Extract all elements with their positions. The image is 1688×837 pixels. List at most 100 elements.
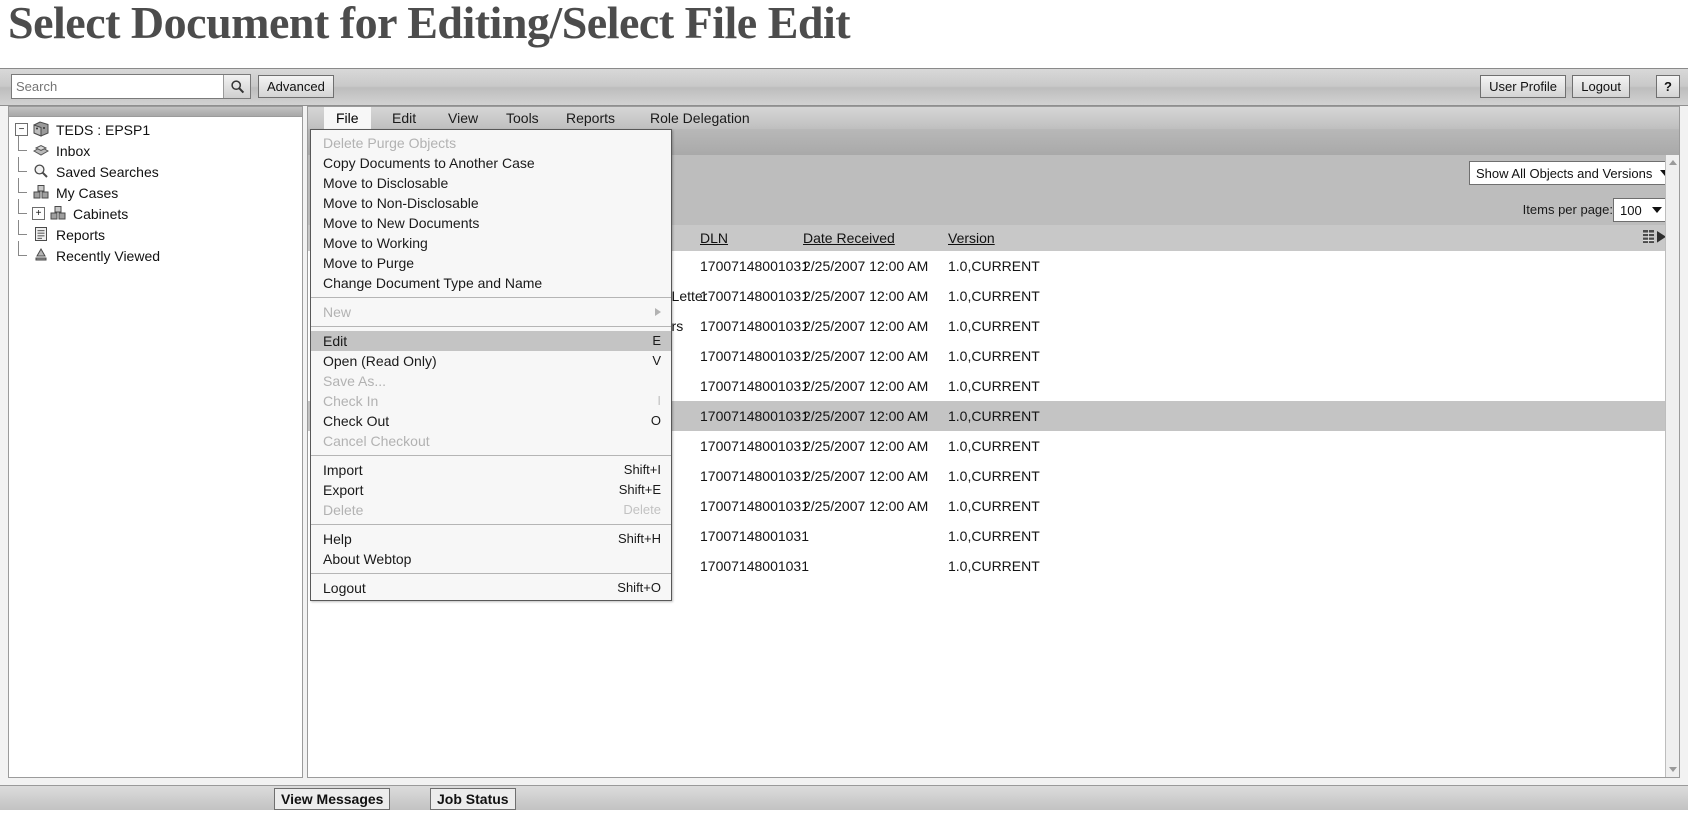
file-menu-item-delete-purge-objects: Delete Purge Objects <box>311 133 671 153</box>
file-menu-item-shortcut: O <box>627 411 661 431</box>
cell-dln: 17007148001031 <box>700 468 809 484</box>
cell-version: 1.0,CURRENT <box>948 528 1040 544</box>
menu-view[interactable]: View <box>436 107 490 129</box>
cell-date-received: 2/25/2007 12:00 AM <box>803 258 928 274</box>
cell-version: 1.0,CURRENT <box>948 438 1040 454</box>
sidebar-item-recently-viewed[interactable]: Recently Viewed <box>15 245 300 266</box>
file-menu-item-label: Check In <box>323 391 378 411</box>
cell-date-received: 2/25/2007 12:00 AM <box>803 468 928 484</box>
menu-reports[interactable]: Reports <box>554 107 627 129</box>
file-menu-item-export[interactable]: ExportShift+E <box>311 480 671 500</box>
sidebar-item-reports[interactable]: Reports <box>15 224 300 245</box>
scroll-up-icon[interactable] <box>1666 155 1679 170</box>
show-objects-value: Show All Objects and Versions <box>1476 166 1652 181</box>
navigation-sidebar: −TEDS : EPSP1 Inbox Saved Searches My Cases… <box>8 106 303 778</box>
logout-button[interactable]: Logout <box>1572 75 1630 98</box>
file-menu-item-move-to-working[interactable]: Move to Working <box>311 233 671 253</box>
sidebar-item-teds-epsp1[interactable]: −TEDS : EPSP1 <box>15 119 300 140</box>
screenshot-root: Select Document for Editing/Select File … <box>0 0 1688 837</box>
main-pane: FileEditViewToolsReportsRole Delegation … <box>307 106 1680 778</box>
file-menu-item-label: Import <box>323 460 363 480</box>
user-profile-button[interactable]: User Profile <box>1480 75 1566 98</box>
submenu-arrow-icon <box>655 308 661 316</box>
content-area: −TEDS : EPSP1 Inbox Saved Searches My Cases… <box>0 106 1688 786</box>
chevron-down-icon <box>1652 207 1662 213</box>
sidebar-horizontal-scrollbar[interactable] <box>9 107 302 117</box>
file-menu-item-move-to-new-documents[interactable]: Move to New Documents <box>311 213 671 233</box>
scroll-down-icon[interactable] <box>1666 762 1679 777</box>
file-menu-item-import[interactable]: ImportShift+I <box>311 460 671 480</box>
cell-dln: 17007148001031 <box>700 348 809 364</box>
cell-date-received: 2/25/2007 12:00 AM <box>803 318 928 334</box>
page-footer-space <box>0 810 1688 837</box>
main-pane-vertical-scrollbar[interactable] <box>1665 155 1679 777</box>
sidebar-item-cabinets[interactable]: +Cabinets <box>15 203 300 224</box>
file-menu-dropdown[interactable]: Delete Purge ObjectsCopy Documents to An… <box>310 129 672 601</box>
file-menu-item-copy-documents-to-another-case[interactable]: Copy Documents to Another Case <box>311 153 671 173</box>
file-menu-item-open-read-only[interactable]: Open (Read Only)V <box>311 351 671 371</box>
job-status-button[interactable]: Job Status <box>430 788 516 810</box>
file-menu-item-shortcut: Shift+O <box>593 578 661 598</box>
file-menu-item-label: Delete <box>323 500 363 520</box>
search-box[interactable] <box>11 74 251 99</box>
sidebar-item-label: Inbox <box>56 143 90 159</box>
menu-separator <box>311 573 671 574</box>
file-menu-item-logout[interactable]: LogoutShift+O <box>311 578 671 598</box>
cabinet-root-icon <box>32 121 51 138</box>
file-menu-item-move-to-purge[interactable]: Move to Purge <box>311 253 671 273</box>
cell-dln: 17007148001031 <box>700 558 809 574</box>
recent-icon <box>32 247 51 264</box>
sidebar-item-label: Saved Searches <box>56 164 159 180</box>
cell-dln: 17007148001031 <box>700 498 809 514</box>
cell-version: 1.0,CURRENT <box>948 408 1040 424</box>
column-header-date-received[interactable]: Date Received <box>803 230 895 246</box>
file-menu-item-move-to-disclosable[interactable]: Move to Disclosable <box>311 173 671 193</box>
file-menu-item-about-webtop[interactable]: About Webtop <box>311 549 671 569</box>
file-menu-item-label: Move to Working <box>323 233 428 253</box>
show-objects-select[interactable]: Show All Objects and Versions <box>1469 161 1669 185</box>
cell-date-received: 2/25/2007 12:00 AM <box>803 378 928 394</box>
cell-date-received: 2/25/2007 12:00 AM <box>803 288 928 304</box>
cell-version: 1.0,CURRENT <box>948 498 1040 514</box>
sidebar-item-saved-searches[interactable]: Saved Searches <box>15 161 300 182</box>
cell-version: 1.0,CURRENT <box>948 288 1040 304</box>
file-menu-item-shortcut: V <box>628 351 661 371</box>
cell-dln: 17007148001031 <box>700 528 809 544</box>
menu-separator <box>311 297 671 298</box>
help-button[interactable]: ? <box>1656 75 1680 98</box>
menu-bar: File Edit ViewToolsReports Role Delegation <box>308 107 1679 130</box>
advanced-search-button[interactable]: Advanced <box>258 75 334 98</box>
file-menu-item-label: Cancel Checkout <box>323 431 430 451</box>
items-per-page-select[interactable]: 100 <box>1613 198 1669 222</box>
search-icon[interactable] <box>223 75 250 98</box>
file-menu-item-help[interactable]: HelpShift+H <box>311 529 671 549</box>
file-menu-item-move-to-non-disclosable[interactable]: Move to Non-Disclosable <box>311 193 671 213</box>
column-header-version[interactable]: Version <box>948 230 995 246</box>
menu-edit[interactable]: Edit <box>380 107 428 129</box>
column-header-dln[interactable]: DLN <box>700 230 728 246</box>
file-menu-item-check-in: Check In I <box>311 391 671 411</box>
folder-group-icon <box>32 184 51 201</box>
file-menu-item-shortcut: Delete <box>599 500 661 520</box>
collapse-icon[interactable]: − <box>15 123 28 136</box>
file-menu-item-cancel-checkout: Cancel Checkout <box>311 431 671 451</box>
file-menu-item-shortcut: I <box>633 391 661 411</box>
cell-dln: 17007148001031 <box>700 318 809 334</box>
file-menu-item-label: Export <box>323 480 363 500</box>
sidebar-item-inbox[interactable]: Inbox <box>15 140 300 161</box>
top-toolbar: Advanced User Profile Logout ? <box>0 69 1688 106</box>
inbox-icon <box>32 142 51 159</box>
menu-file[interactable]: File <box>324 107 371 129</box>
view-messages-button[interactable]: View Messages <box>274 788 390 810</box>
file-menu-item-edit[interactable]: EditE <box>311 331 671 351</box>
file-menu-item-label: Delete Purge Objects <box>323 133 456 153</box>
cell-date-received: 2/25/2007 12:00 AM <box>803 438 928 454</box>
cell-date-received: 2/25/2007 12:00 AM <box>803 348 928 364</box>
sidebar-item-my-cases[interactable]: My Cases <box>15 182 300 203</box>
expand-icon[interactable]: + <box>32 207 45 220</box>
menu-tools[interactable]: Tools <box>494 107 551 129</box>
file-menu-item-check-out[interactable]: Check OutO <box>311 411 671 431</box>
file-menu-item-change-document-type-and-name[interactable]: Change Document Type and Name <box>311 273 671 293</box>
search-input[interactable] <box>12 75 223 98</box>
menu-role-delegation[interactable]: Role Delegation <box>638 107 762 129</box>
